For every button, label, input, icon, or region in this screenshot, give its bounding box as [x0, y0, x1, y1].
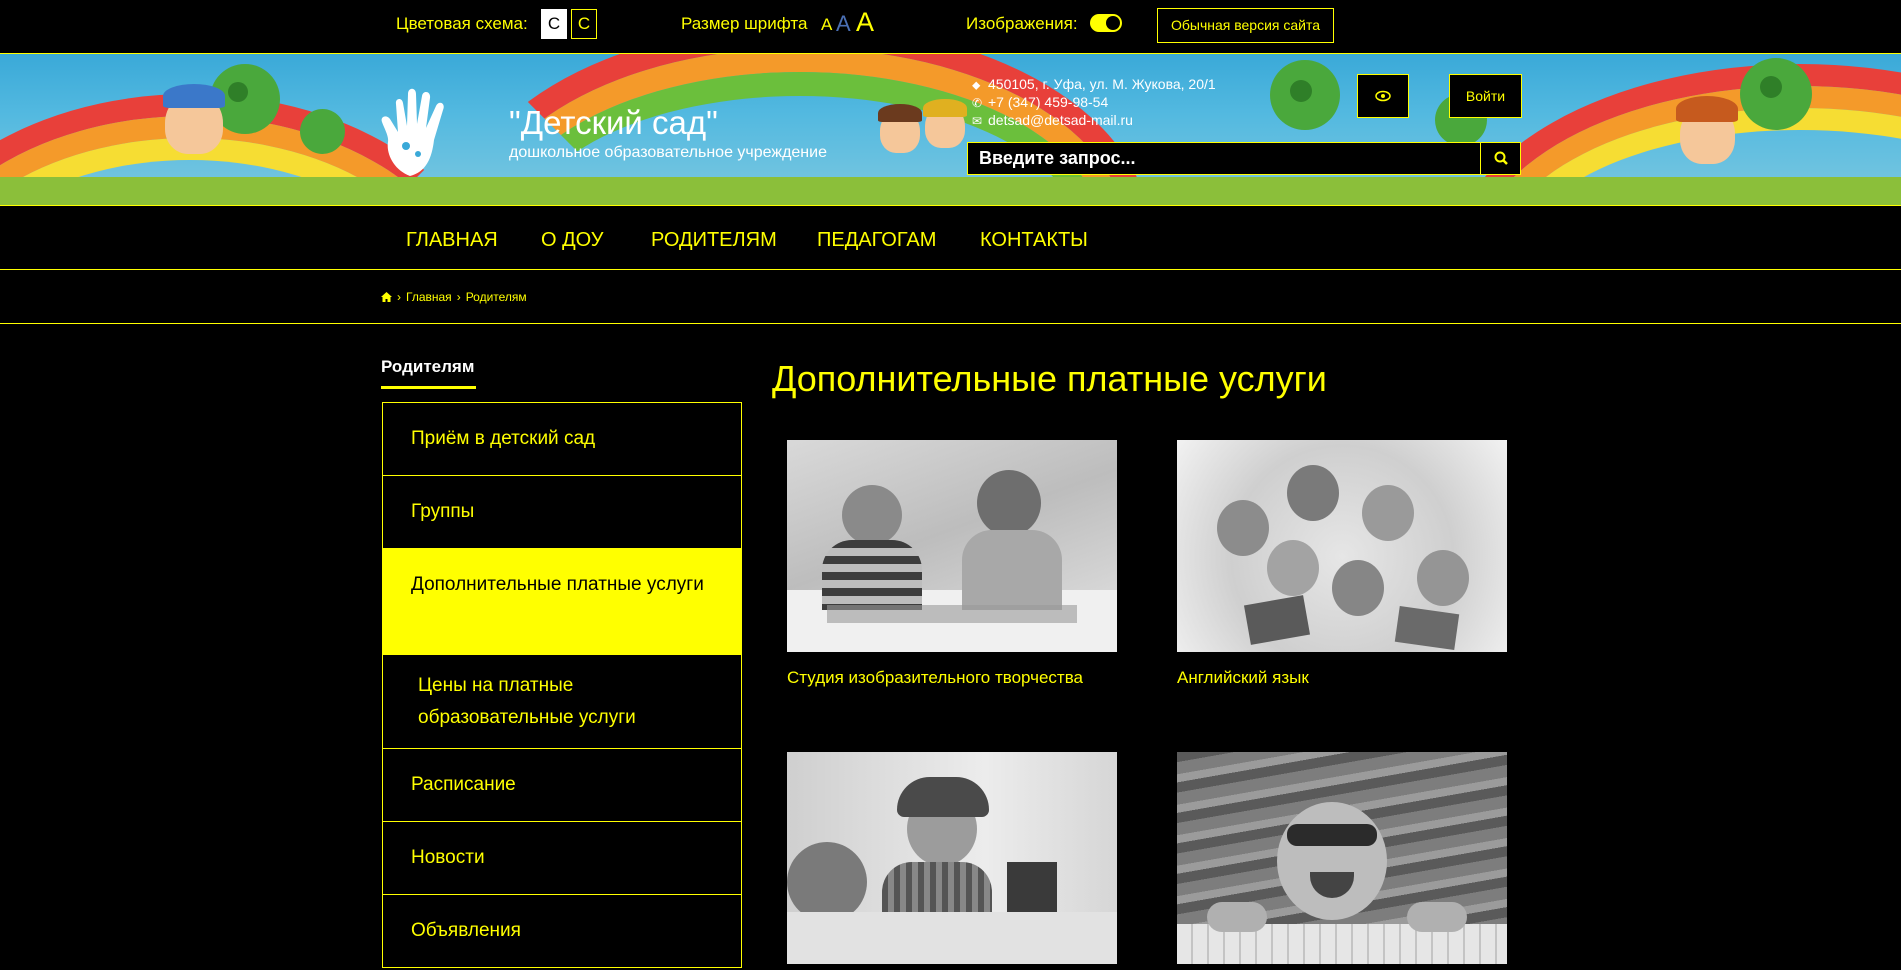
sidebar-item-news[interactable]: Новости — [383, 822, 741, 895]
child-illustration — [1676, 96, 1738, 122]
chevron-right-icon: › — [456, 290, 461, 304]
phone-text: +7 (347) 459-98-54 — [988, 94, 1109, 110]
normal-version-button[interactable]: Обычная версия сайта — [1157, 8, 1334, 43]
accessibility-bar: Цветовая схема: С С Размер шрифта А А А … — [0, 0, 1901, 53]
nav-item-parents[interactable]: РОДИТЕЛЯМ — [651, 229, 777, 252]
service-card[interactable] — [1177, 752, 1507, 964]
sidebar-subitem-prices[interactable]: Цены на платные образовательные услуги — [383, 655, 741, 749]
sidebar-item-admission[interactable]: Приём в детский сад — [383, 403, 741, 476]
font-size-large-button[interactable]: А — [856, 7, 874, 38]
color-scheme-label: Цветовая схема: — [396, 14, 528, 33]
color-scheme-black-button[interactable]: С — [571, 9, 597, 39]
contact-phone: ✆ +7 (347) 459-98-54 — [972, 94, 1108, 110]
home-icon[interactable] — [381, 292, 392, 302]
tree-decoration — [300, 109, 345, 154]
service-card[interactable]: Студия изобразительного творчества — [787, 440, 1117, 688]
nav-item-about[interactable]: О ДОУ — [541, 229, 603, 252]
nav-item-teachers[interactable]: ПЕДАГОГАМ — [817, 229, 936, 252]
tree-decoration — [228, 82, 248, 102]
nav-item-contacts[interactable]: КОНТАКТЫ — [980, 229, 1088, 252]
font-size-label: Размер шрифта — [681, 14, 808, 33]
contact-address: ⬥ 450105, г. Уфа, ул. М. Жукова, 20/1 — [972, 76, 1216, 93]
color-scheme-white-button[interactable]: С — [541, 9, 567, 39]
swimming-photo[interactable] — [1177, 752, 1507, 964]
images-label: Изображения: — [966, 14, 1078, 33]
phone-icon: ✆ — [972, 96, 983, 110]
email-text[interactable]: detsad@detsad-mail.ru — [988, 112, 1133, 128]
hand-logo-icon — [381, 88, 444, 176]
child-illustration — [923, 99, 967, 117]
chevron-right-icon: › — [397, 290, 401, 304]
eye-icon — [1375, 90, 1391, 102]
child-illustration — [878, 104, 922, 122]
site-title: "Детский сад" — [509, 104, 718, 141]
sidebar-item-announcements[interactable]: Объявления — [383, 895, 741, 968]
search-input[interactable] — [968, 143, 1481, 174]
contact-email: ✉ detsad@detsad-mail.ru — [972, 112, 1133, 128]
search-icon — [1494, 151, 1508, 165]
login-button[interactable]: Войти — [1449, 74, 1522, 118]
images-toggle[interactable] — [1090, 14, 1122, 32]
envelope-icon: ✉ — [972, 114, 983, 128]
page-title: Дополнительные платные услуги — [772, 358, 1327, 399]
map-marker-icon: ⬥ — [972, 78, 981, 92]
sidebar-item-paid-services[interactable]: Дополнительные платные услуги — [383, 549, 741, 655]
font-size-medium-button[interactable]: А — [836, 11, 851, 37]
nav-item-home[interactable]: ГЛАВНАЯ — [406, 229, 498, 252]
search-form — [967, 142, 1521, 175]
service-card[interactable]: Английский язык — [1177, 440, 1507, 688]
service-card-caption[interactable]: Студия изобразительного творчества — [787, 668, 1117, 688]
service-card[interactable] — [787, 752, 1117, 964]
sidebar-item-groups[interactable]: Группы — [383, 476, 741, 549]
sidebar-item-schedule[interactable]: Расписание — [383, 749, 741, 822]
breadcrumb: › Главная › Родителям — [0, 271, 1901, 324]
breadcrumb-home-link[interactable]: Главная — [406, 290, 452, 304]
service-card-caption[interactable]: Английский язык — [1177, 668, 1507, 688]
art-studio-photo[interactable] — [787, 440, 1117, 652]
sidebar-heading-underline — [381, 386, 476, 389]
visually-impaired-button[interactable] — [1357, 74, 1409, 118]
main-nav: ГЛАВНАЯ О ДОУ РОДИТЕЛЯМ ПЕДАГОГАМ КОНТАК… — [0, 207, 1901, 270]
breadcrumb-current: Родителям — [465, 290, 527, 304]
learning-photo[interactable] — [787, 752, 1117, 964]
tree-decoration — [1290, 80, 1312, 102]
tree-decoration — [1760, 76, 1782, 98]
child-illustration — [163, 84, 225, 108]
header-banner: "Детский сад" дошкольное образовательное… — [0, 53, 1901, 206]
site-subtitle: дошкольное образовательное учреждение — [509, 144, 827, 161]
sidebar-menu: Приём в детский сад Группы Дополнительны… — [382, 402, 742, 968]
ground-decoration — [0, 177, 1901, 205]
search-button[interactable] — [1480, 143, 1520, 174]
english-language-photo[interactable] — [1177, 440, 1507, 652]
font-size-small-button[interactable]: А — [821, 15, 832, 35]
sidebar-heading: Родителям — [381, 357, 475, 376]
address-text: 450105, г. Уфа, ул. М. Жукова, 20/1 — [988, 76, 1216, 92]
